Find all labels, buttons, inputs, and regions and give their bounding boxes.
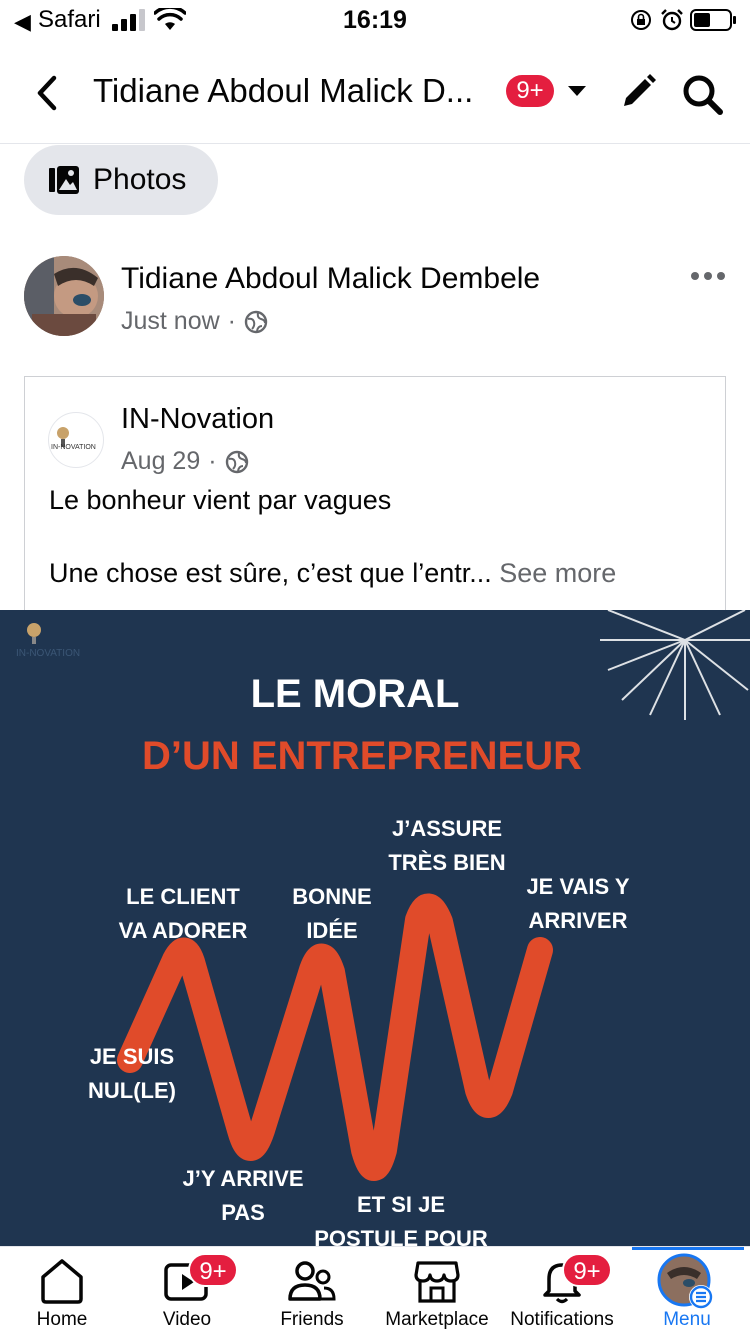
post-timestamp[interactable]: Just now (121, 307, 220, 336)
image-subtitle: D’UN ENTREPRENEUR (141, 734, 583, 778)
search-icon[interactable] (680, 72, 724, 116)
tab-home-label: Home (36, 1309, 88, 1330)
marketplace-icon (414, 1261, 460, 1303)
globe-icon (225, 450, 248, 473)
notifications-badge: 9+ (562, 1253, 612, 1287)
see-more-link[interactable]: See more (499, 558, 616, 588)
svg-text:IN-NOVATION: IN-NOVATION (16, 648, 80, 659)
photos-icon (49, 166, 79, 194)
profile-header: Tidiane Abdoul Malick D... 9+ (0, 44, 750, 144)
menu-icon (657, 1253, 713, 1309)
battery-icon (690, 9, 736, 31)
alarm-icon (661, 9, 683, 31)
lightbulb-logo-icon: IN-NOVATION (51, 427, 96, 451)
post-author-name[interactable]: Tidiane Abdoul Malick Dembele (121, 262, 540, 296)
avatar-photo (24, 256, 104, 336)
tab-friends[interactable]: Friends (250, 1247, 374, 1334)
tab-friends-label: Friends (280, 1309, 344, 1330)
photos-filter-chip[interactable]: Photos (24, 145, 218, 215)
shared-post-card[interactable]: IN-NOVATION IN-Novation Aug 29 · Le bonh… (24, 376, 726, 616)
home-icon (41, 1259, 83, 1304)
post-text-excerpt: Une chose est sûre, c’est que l’entr... (49, 558, 492, 588)
meta-separator: · (208, 447, 217, 475)
tab-video-label: Video (162, 1309, 212, 1330)
tab-menu[interactable]: Menu (624, 1247, 750, 1334)
wave-label-vais-y-arriver: JE VAIS Y ARRIVER (526, 874, 630, 933)
friends-icon (288, 1261, 336, 1301)
shared-post-meta: Aug 29 · (121, 447, 249, 476)
shared-page-name[interactable]: IN-Novation (121, 403, 274, 436)
tab-notifications[interactable]: 9+ Notifications (500, 1247, 624, 1334)
post-text-truncated: Une chose est sûre, c’est que l’entr... … (49, 558, 616, 589)
wave-label-assure: J’ASSURE TRÈS BIEN (388, 816, 506, 875)
page-logo[interactable]: IN-NOVATION (48, 412, 104, 468)
wave-label-arrive-pas: J’Y ARRIVE PAS (182, 1166, 304, 1225)
post-meta: Just now · (121, 307, 268, 336)
tab-menu-label: Menu (663, 1309, 711, 1330)
tab-marketplace[interactable]: Marketplace (374, 1247, 500, 1334)
tab-marketplace-label: Marketplace (385, 1309, 489, 1330)
wave-label-client: LE CLIENT VA ADORER (118, 884, 248, 943)
rotation-lock-icon (631, 10, 651, 30)
page-title: Tidiane Abdoul Malick D... (93, 72, 474, 109)
status-bar: ◀ Safari 16:19 (0, 0, 750, 40)
shared-post-date[interactable]: Aug 29 (121, 447, 200, 476)
more-options-icon[interactable] (690, 268, 726, 284)
bottom-tab-bar: Home 9+ Video Friends Marketplace 9+ Not… (0, 1246, 750, 1334)
globe-icon (244, 310, 268, 333)
tab-video[interactable]: 9+ Video (124, 1247, 250, 1334)
wave-label-bonne-idee: BONNE IDÉE (292, 884, 372, 943)
video-badge: 9+ (188, 1253, 238, 1287)
edit-pencil-icon[interactable] (618, 72, 658, 112)
chevron-down-icon[interactable] (566, 84, 588, 98)
post-image[interactable]: IN-NOVATION LE MORAL D’UN ENTREPRENEUR L… (0, 610, 750, 1246)
notification-badge[interactable]: 9+ (506, 75, 554, 107)
back-arrow-icon[interactable] (30, 72, 64, 114)
photos-chip-label: Photos (93, 163, 187, 196)
wave-label-et-si: ET SI JE POSTULE POUR (314, 1192, 488, 1246)
svg-text:IN-NOVATION: IN-NOVATION (51, 444, 96, 451)
image-title: LE MORAL (250, 672, 460, 716)
post-text-line: Le bonheur vient par vagues (49, 485, 392, 515)
meta-separator: · (227, 307, 236, 335)
tab-home[interactable]: Home (0, 1247, 124, 1334)
brand-logo: IN-NOVATION (16, 623, 80, 659)
tab-notifications-label: Notifications (510, 1309, 614, 1330)
wave-label-nul: JE SUIS NUL(LE) (88, 1044, 176, 1103)
author-avatar[interactable] (24, 256, 104, 336)
